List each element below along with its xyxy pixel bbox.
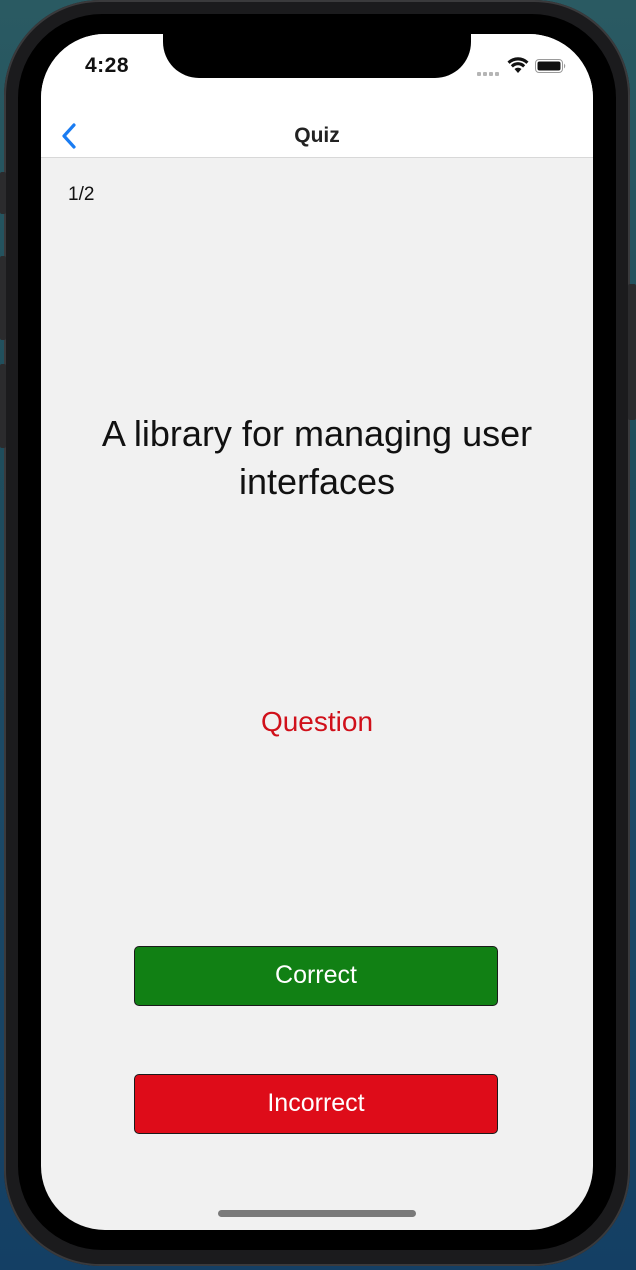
screen: 4:28 Quiz 1/2 A library for managing use… xyxy=(41,34,593,1230)
volume-down-button xyxy=(0,364,6,448)
chevron-left-icon xyxy=(62,122,76,149)
volume-up-button xyxy=(0,256,6,340)
progress-counter: 1/2 xyxy=(68,184,95,205)
back-button[interactable] xyxy=(49,114,89,157)
wifi-icon xyxy=(507,57,529,73)
correct-button[interactable]: Correct xyxy=(134,946,498,1006)
notch xyxy=(163,34,471,78)
mute-switch xyxy=(0,172,6,214)
status-time: 4:28 xyxy=(85,54,130,77)
nav-title: Quiz xyxy=(294,124,340,147)
card-prompt-text: A library for managing user interfaces xyxy=(101,413,533,502)
incorrect-button[interactable]: Incorrect xyxy=(134,1074,498,1134)
device-frame: 4:28 Quiz 1/2 A library for managing use… xyxy=(0,0,636,1270)
navigation-bar: Quiz xyxy=(41,114,593,158)
home-indicator[interactable] xyxy=(218,1210,416,1217)
status-bar: 4:28 xyxy=(41,34,593,114)
battery-icon xyxy=(535,59,566,73)
cellular-signal-icon xyxy=(477,70,503,76)
card-side-toggle[interactable]: Question xyxy=(41,706,593,738)
power-button xyxy=(628,284,636,420)
